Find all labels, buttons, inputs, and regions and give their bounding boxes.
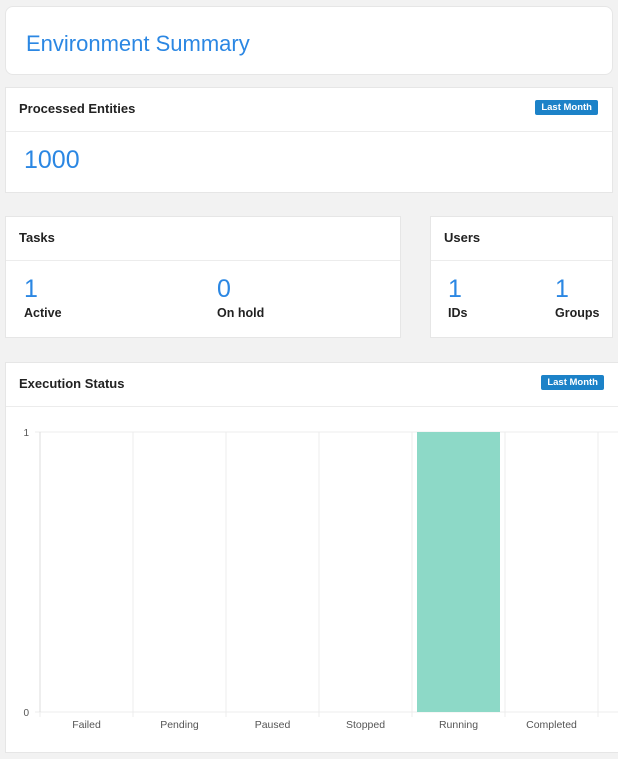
tasks-active-label: Active (24, 306, 62, 320)
tasks-header: Tasks (6, 217, 400, 261)
x-tick-label: Completed (526, 719, 577, 731)
execution-status-card: Execution Status Last Month 0 1 Failed Pend… (5, 362, 618, 753)
x-tick-label: Failed (72, 719, 101, 731)
users-card: Users 1 IDs 1 Groups (430, 216, 613, 338)
tasks-title: Tasks (19, 230, 55, 245)
bar-running (417, 432, 500, 712)
execution-status-header: Execution Status Last Month (6, 363, 618, 407)
users-groups-value: 1 (555, 275, 569, 303)
users-groups-label: Groups (555, 306, 600, 320)
x-tick-label: Stopped (346, 719, 385, 731)
execution-status-chart: 0 1 Failed Pending Paused Stopped Running Compl… (6, 407, 618, 753)
processed-entities-header: Processed Entities Last Month (6, 88, 612, 132)
processed-entities-badge: Last Month (535, 100, 598, 115)
tasks-active-value: 1 (24, 275, 38, 303)
tasks-onhold-label: On hold (217, 306, 265, 320)
execution-status-title: Execution Status (19, 376, 125, 391)
users-ids-value: 1 (448, 275, 462, 303)
x-tick-label: Pending (160, 719, 199, 731)
environment-summary-card: Environment Summary (5, 6, 613, 75)
y-tick-label: 0 (23, 708, 29, 719)
tasks-onhold-value: 0 (217, 275, 231, 303)
users-ids-label: IDs (448, 306, 468, 320)
processed-entities-card: Processed Entities Last Month 1000 (5, 87, 613, 193)
processed-entities-value: 1000 (24, 146, 80, 174)
x-tick-label: Running (439, 719, 478, 731)
tasks-card: Tasks 1 Active 0 On hold (5, 216, 401, 338)
users-title: Users (444, 230, 481, 245)
execution-status-chart-svg: 0 1 Failed Pending Paused Stopped Running Compl… (23, 428, 618, 731)
x-tick-label: Paused (255, 719, 291, 731)
processed-entities-title: Processed Entities (19, 101, 136, 116)
page-title: Environment Summary (26, 31, 250, 56)
execution-status-badge: Last Month (541, 375, 604, 390)
users-header: Users (431, 217, 612, 261)
y-tick-label: 1 (23, 428, 29, 439)
